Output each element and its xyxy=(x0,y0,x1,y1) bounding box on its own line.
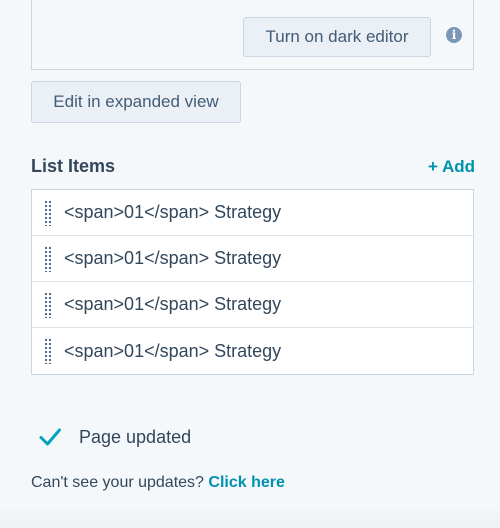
help-message: Can't see your updates? xyxy=(31,474,204,491)
help-text: Can't see your updates? Click here xyxy=(31,474,285,492)
expanded-view-button[interactable]: Edit in expanded view xyxy=(31,81,241,123)
info-icon[interactable]: i xyxy=(446,27,462,43)
code-editor-panel: Turn on dark editor i xyxy=(31,0,474,70)
list-item[interactable]: <span>01</span> Strategy xyxy=(32,328,473,374)
list-item[interactable]: <span>01</span> Strategy xyxy=(32,282,473,328)
list-item[interactable]: <span>01</span> Strategy xyxy=(32,190,473,236)
list-item-label: <span>01</span> Strategy xyxy=(64,340,282,361)
drag-handle-icon[interactable] xyxy=(44,245,52,272)
list-item-label: <span>01</span> Strategy xyxy=(64,248,282,268)
dark-editor-button[interactable]: Turn on dark editor xyxy=(243,17,431,57)
list-items: <span>01</span> Strategy <span>01</span>… xyxy=(31,189,474,375)
list-item-label: <span>01</span> Strategy xyxy=(64,294,282,314)
page-updated-status: Page updated xyxy=(38,425,191,449)
add-item-button[interactable]: + Add xyxy=(428,157,475,177)
click-here-link[interactable]: Click here xyxy=(208,474,284,491)
list-item-label: <span>01</span> Strategy xyxy=(64,202,282,222)
drag-handle-icon[interactable] xyxy=(44,291,52,318)
list-item[interactable]: <span>01</span> Strategy xyxy=(32,236,473,282)
drag-handle-icon[interactable] xyxy=(44,338,52,364)
check-icon xyxy=(39,428,61,446)
bottom-fade xyxy=(0,505,500,528)
list-items-title: List Items xyxy=(31,156,116,176)
sidebar-panel: Turn on dark editor i Edit in expanded v… xyxy=(0,0,500,528)
drag-handle-icon[interactable] xyxy=(44,199,52,226)
status-text: Page updated xyxy=(79,426,192,447)
